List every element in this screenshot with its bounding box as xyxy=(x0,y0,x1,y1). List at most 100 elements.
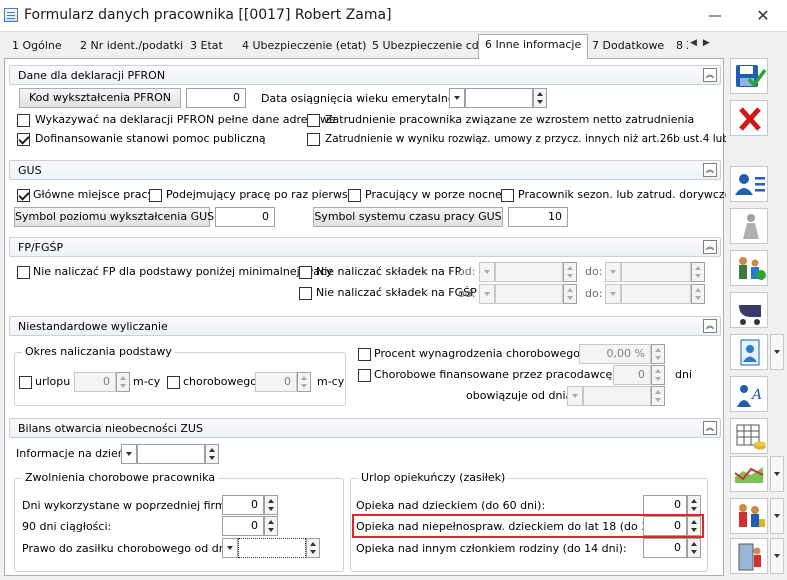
chorobowe-finansowane-spinner[interactable] xyxy=(651,365,665,385)
informacje-na-dzien-spinner[interactable] xyxy=(205,444,219,464)
fp-od-input[interactable] xyxy=(495,262,563,282)
table-button[interactable] xyxy=(730,418,768,454)
close-button[interactable]: ✕ xyxy=(746,6,780,26)
opieka-inny-input[interactable]: 0 xyxy=(643,538,687,558)
kod-wyksztalcenia-pfron-button[interactable]: Kod wykształcenia PFRON xyxy=(19,88,181,108)
save-button[interactable] xyxy=(730,58,768,94)
employee-card-button[interactable] xyxy=(730,166,768,202)
zatrudnienie-rozwiaz-checkbox[interactable] xyxy=(307,133,320,146)
pora-nocna-checkbox[interactable] xyxy=(348,189,361,202)
dni-ciaglosci-spinner[interactable] xyxy=(264,516,278,536)
obowiazuje-od-dropdown[interactable] xyxy=(567,386,583,406)
urlopu-mcy-label: m-cy xyxy=(133,375,161,388)
urlopu-spinner[interactable] xyxy=(116,372,130,392)
tab-8[interactable]: 8 Z xyxy=(676,36,688,58)
fp-od-spinner[interactable] xyxy=(563,262,577,282)
zatrudnienie-netto-label: Zatrudnienie pracownika związane ze wzro… xyxy=(325,113,695,126)
chorobowe-finansowane-checkbox[interactable] xyxy=(358,369,371,382)
obowiazuje-od-input[interactable] xyxy=(583,386,651,406)
tab-ubezpieczenie-etat[interactable]: 4 Ubezpieczenie (etat) xyxy=(242,36,366,58)
podejmujacy-checkbox[interactable] xyxy=(149,189,162,202)
nie-naliczac-fp-minimalna-checkbox[interactable] xyxy=(17,266,30,279)
people-button[interactable] xyxy=(730,498,768,534)
title-bar: Formularz danych pracownika [[0017] Robe… xyxy=(0,0,787,32)
wykazywac-pfron-checkbox[interactable] xyxy=(17,114,30,127)
chart-dropdown[interactable] xyxy=(770,456,784,492)
fp-do-input[interactable] xyxy=(621,262,691,282)
tab-scroll-arrows[interactable]: ◀▶ xyxy=(690,38,724,52)
chorobowe-finansowane-input[interactable]: 0 xyxy=(613,365,651,385)
procent-wynagrodzenia-checkbox[interactable] xyxy=(358,348,371,361)
collapse-bilans-button[interactable]: ︽ xyxy=(703,421,717,435)
data-wieku-dropdown[interactable] xyxy=(449,88,465,108)
dni-ciaglosci-input[interactable]: 0 xyxy=(222,516,264,536)
informacje-na-dzien-dropdown[interactable] xyxy=(121,444,137,464)
data-wieku-input[interactable] xyxy=(465,88,533,108)
system-czasu-pracy-input[interactable]: 10 xyxy=(508,207,568,227)
nie-naliczac-fp-checkbox[interactable] xyxy=(299,266,312,279)
opieka-inny-spinner[interactable] xyxy=(687,538,701,558)
urlopu-input[interactable]: 0 xyxy=(74,372,116,392)
data-wieku-spinner[interactable] xyxy=(533,88,547,108)
chorobowego-spinner[interactable] xyxy=(297,372,311,392)
family-button[interactable] xyxy=(730,250,768,286)
people-dropdown[interactable] xyxy=(770,498,784,534)
cancel-x-icon xyxy=(739,107,761,131)
person-letter-icon: A xyxy=(737,385,762,407)
dofinansowanie-checkbox[interactable] xyxy=(17,133,30,146)
poziom-wyksztalcenia-gus-input[interactable]: 0 xyxy=(215,207,275,227)
fp-od-dropdown[interactable] xyxy=(479,262,495,282)
chorobowego-input[interactable]: 0 xyxy=(255,372,297,392)
prawo-do-zasilku-input[interactable] xyxy=(238,538,306,558)
tab-dodatkowe[interactable]: 7 Dodatkowe xyxy=(592,36,664,58)
tab-inne-informacje[interactable]: 6 Inne informacje xyxy=(478,34,589,59)
glowne-miejsce-checkbox[interactable] xyxy=(17,189,30,202)
opieka-dziecko-spinner[interactable] xyxy=(687,495,701,515)
collapse-niestandardowe-button[interactable]: ︽ xyxy=(703,319,717,333)
fgsp-od-spinner[interactable] xyxy=(563,284,577,304)
obowiazuje-od-spinner[interactable] xyxy=(651,386,665,406)
fgsp-od-dropdown[interactable] xyxy=(479,284,495,304)
exit-person-dropdown[interactable] xyxy=(770,538,784,574)
document-person-dropdown[interactable] xyxy=(770,334,784,370)
collapse-gus-button[interactable]: ︽ xyxy=(703,163,717,177)
collapse-fp-button[interactable]: ︽ xyxy=(703,240,717,254)
kod-wyksztalcenia-pfron-input[interactable]: 0 xyxy=(186,88,246,108)
fp-do-dropdown[interactable] xyxy=(605,262,621,282)
attributes-button[interactable]: A xyxy=(730,376,768,412)
chart-button[interactable] xyxy=(730,456,768,492)
dni-wykorzystane-spinner[interactable] xyxy=(264,495,278,515)
sezonowy-checkbox[interactable] xyxy=(501,189,514,202)
chorobowego-label: chorobowego xyxy=(183,375,257,388)
urlopu-checkbox[interactable] xyxy=(19,376,32,389)
chorobowego-checkbox[interactable] xyxy=(167,376,180,389)
fgsp-do-spinner[interactable] xyxy=(691,284,705,304)
procent-wynagrodzenia-spinner[interactable] xyxy=(651,344,665,364)
fgsp-do-input[interactable] xyxy=(621,284,691,304)
opieka-dziecko-input[interactable]: 0 xyxy=(643,495,687,515)
fgsp-od-input[interactable] xyxy=(495,284,563,304)
stroller-button[interactable] xyxy=(730,292,768,328)
tab-ubezpieczenie-cd[interactable]: 5 Ubezpieczenie cd xyxy=(372,36,479,58)
minimize-button[interactable]: — xyxy=(700,6,730,26)
tab-etat[interactable]: 3 Etat xyxy=(190,36,223,58)
tab-ogolne[interactable]: 1 Ogólne xyxy=(12,36,62,58)
procent-wynagrodzenia-input[interactable]: 0,00 % xyxy=(579,344,651,364)
section-niestandardowe-title: Niestandardowe wyliczanie xyxy=(18,320,168,333)
prawo-do-zasilku-dropdown[interactable] xyxy=(222,538,238,558)
tab-nr-ident[interactable]: 2 Nr ident./podatki xyxy=(80,36,183,58)
cancel-button[interactable] xyxy=(730,100,768,136)
poziom-wyksztalcenia-gus-button[interactable]: Symbol poziomu wykształcenia GUS xyxy=(14,207,214,227)
nie-naliczac-fgsp-checkbox[interactable] xyxy=(299,287,312,300)
exit-person-button[interactable] xyxy=(730,538,768,574)
prawo-do-zasilku-spinner[interactable] xyxy=(306,538,320,558)
system-czasu-pracy-button[interactable]: Symbol systemu czasu pracy GUS xyxy=(313,207,503,227)
wizard-button[interactable] xyxy=(730,208,768,244)
collapse-pfron-button[interactable]: ︽ xyxy=(703,68,717,82)
informacje-na-dzien-input[interactable] xyxy=(137,444,205,464)
document-person-button[interactable] xyxy=(730,334,768,370)
fp-do-spinner[interactable] xyxy=(691,262,705,282)
fgsp-do-dropdown[interactable] xyxy=(605,284,621,304)
zatrudnienie-netto-checkbox[interactable] xyxy=(307,114,320,127)
dni-wykorzystane-input[interactable]: 0 xyxy=(222,495,264,515)
